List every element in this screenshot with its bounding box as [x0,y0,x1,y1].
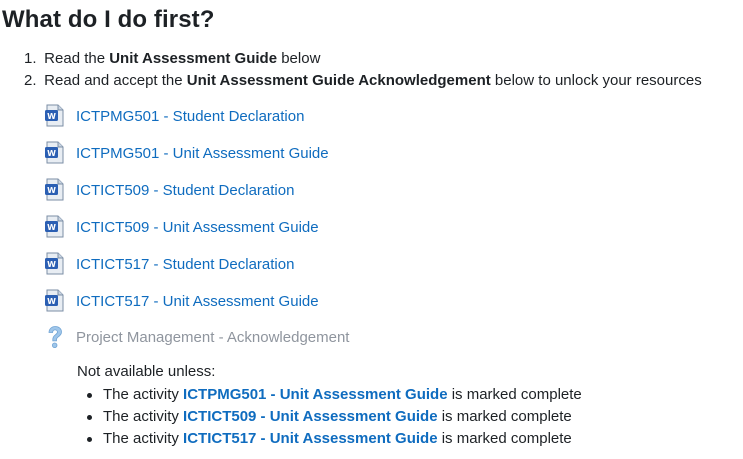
instruction-item: 2. Read and accept the Unit Assessment G… [24,70,702,92]
svg-text:W: W [47,186,56,195]
page: What do I do first? 1. Read the Unit Ass… [0,0,743,459]
condition-text-post: is marked complete [447,386,582,403]
activity-link[interactable]: ICTICT517 - Unit Assessment Guide [76,293,319,310]
svg-text:W: W [47,260,56,269]
activity-label-disabled: Project Management - Acknowledgement [76,328,350,346]
step-number: 1. [24,50,37,67]
activity-row: W ICTICT517 - Student Declaration [44,250,294,278]
svg-text:W: W [47,149,56,158]
activity-link[interactable]: ICTICT509 - Unit Assessment Guide [76,219,319,236]
step-text-pre: Read and accept the [44,72,187,89]
step-text-bold: Unit Assessment Guide Acknowledgement [186,72,491,89]
condition-text-pre: The activity [103,386,184,403]
question-icon [44,324,66,350]
condition-activity-link[interactable]: ICTICT509 - Unit Assessment Guide [183,408,438,425]
restriction-condition: The activity ICTPMG501 - Unit Assessment… [77,384,582,406]
step-text-pre: Read the [44,50,110,67]
condition-text-pre: The activity [103,408,184,425]
activity-row: W ICTPMG501 - Student Declaration [44,102,304,130]
activity-link[interactable]: ICTICT509 - Student Declaration [76,182,294,199]
word-document-icon: W [44,141,66,165]
restriction-title: Not available unless: [77,363,216,380]
step-number: 2. [24,72,37,89]
step-text-post: below [277,50,321,67]
activity-link[interactable]: ICTICT517 - Student Declaration [76,256,294,273]
instruction-item: 1. Read the Unit Assessment Guide below [24,48,702,70]
restriction-condition: The activity ICTICT517 - Unit Assessment… [77,428,582,450]
svg-text:W: W [47,112,56,121]
word-document-icon: W [44,178,66,202]
restriction-conditions: The activity ICTPMG501 - Unit Assessment… [77,384,582,450]
activity-link[interactable]: ICTPMG501 - Unit Assessment Guide [76,145,329,162]
activity-row-restricted: Project Management - Acknowledgement [44,323,349,351]
condition-text-post: is marked complete [437,430,572,447]
step-text-bold: Unit Assessment Guide [109,50,278,67]
restriction-condition: The activity ICTICT509 - Unit Assessment… [77,406,582,428]
svg-text:W: W [47,297,56,306]
activity-row: W ICTICT509 - Student Declaration [44,176,294,204]
activity-row: W ICTICT517 - Unit Assessment Guide [44,287,319,315]
condition-activity-link[interactable]: ICTPMG501 - Unit Assessment Guide [183,386,448,403]
condition-activity-link[interactable]: ICTICT517 - Unit Assessment Guide [183,430,438,447]
instruction-list: 1. Read the Unit Assessment Guide below … [24,48,702,92]
step-text-post: below to unlock your resources [490,72,702,89]
activity-row: W ICTPMG501 - Unit Assessment Guide [44,139,329,167]
word-document-icon: W [44,104,66,128]
condition-text-pre: The activity [103,430,184,447]
activity-link[interactable]: ICTPMG501 - Student Declaration [76,108,304,125]
svg-text:W: W [47,223,56,232]
word-document-icon: W [44,252,66,276]
word-document-icon: W [44,215,66,239]
activity-row: W ICTICT509 - Unit Assessment Guide [44,213,319,241]
condition-text-post: is marked complete [437,408,572,425]
section-heading: What do I do first? [2,6,215,33]
word-document-icon: W [44,289,66,313]
restriction-info: Not available unless: The activity ICTPM… [77,362,582,450]
